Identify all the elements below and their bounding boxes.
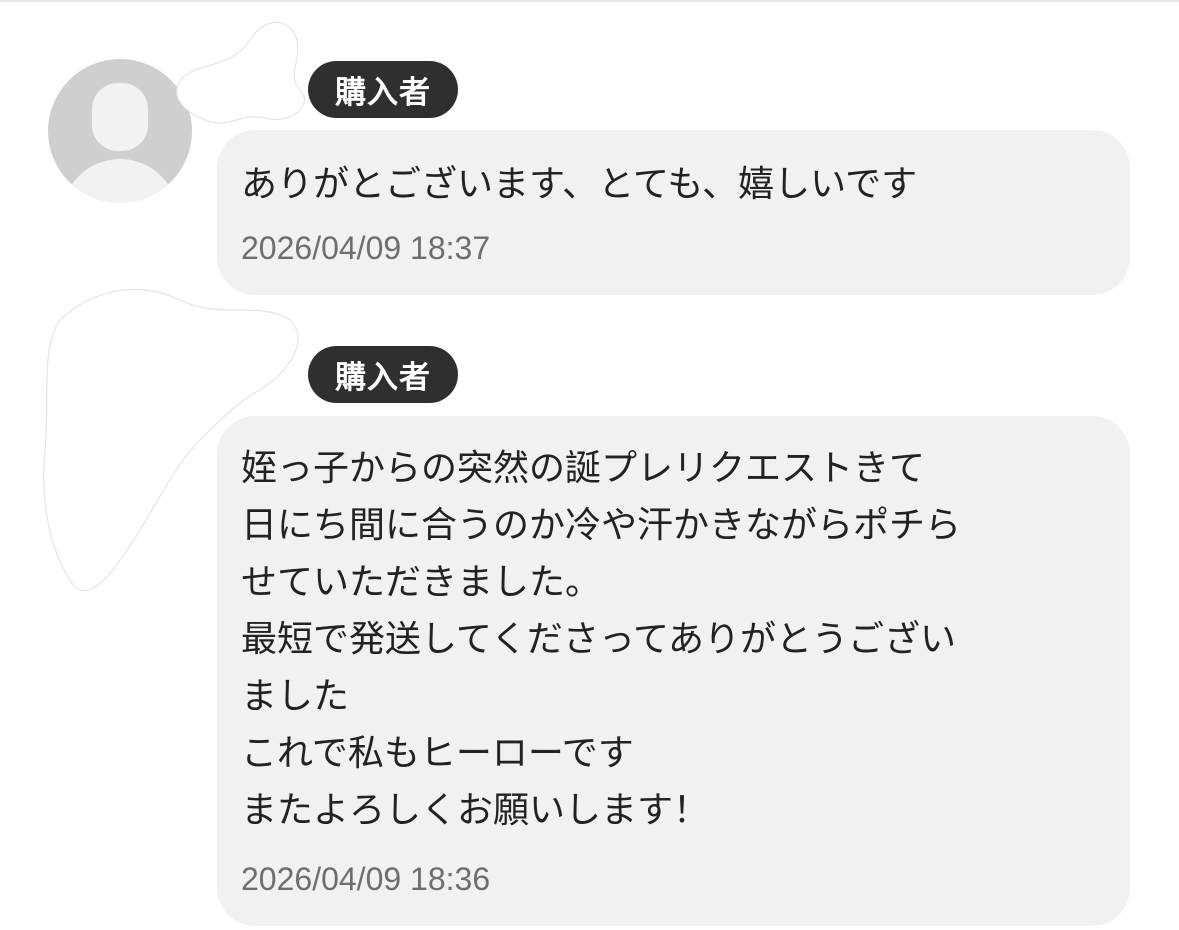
sender-badge: 購入者	[308, 346, 458, 403]
top-divider	[0, 0, 1179, 2]
message-text: ありがとございます、とても、嬉しいです	[241, 164, 918, 205]
user-avatar-icon[interactable]	[48, 59, 192, 203]
message-text: 姪っ子からの突然の誕プレリクエストきて 日にち間に合うのか冷や汗かきながらポチら…	[241, 448, 962, 831]
sender-badge: 購入者	[308, 61, 458, 118]
message-timestamp: 2026/04/09 18:37	[241, 230, 491, 266]
message-bubble[interactable]: ありがとございます、とても、嬉しいです 2026/04/09 18:37	[217, 130, 1130, 295]
avatar-body-shape	[62, 159, 178, 203]
message-timestamp: 2026/04/09 18:36	[241, 861, 491, 897]
avatar-head-shape	[92, 83, 148, 151]
message-bubble[interactable]: 姪っ子からの突然の誕プレリクエストきて 日にち間に合うのか冷や汗かきながらポチら…	[217, 416, 1130, 926]
